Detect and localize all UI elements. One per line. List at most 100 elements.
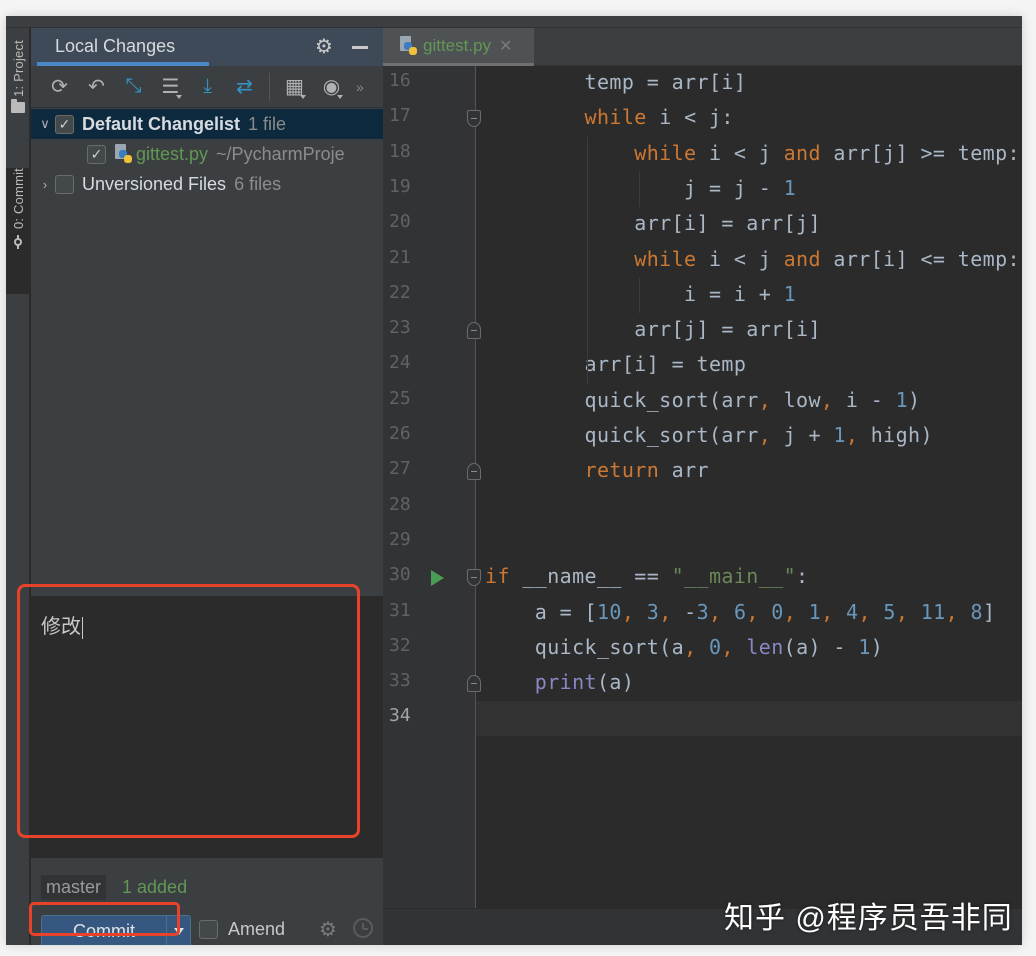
editor-tab-label: gittest.py: [423, 35, 492, 55]
amend-checkbox-box[interactable]: [199, 920, 218, 939]
tree-row-file[interactable]: ✓ gittest.py ~/PycharmProje: [31, 139, 383, 169]
code-text: i = i + 1: [485, 281, 797, 306]
commit-dropdown-icon[interactable]: [167, 927, 190, 935]
code-line[interactable]: 21 while i < j and arr[i] <= temp:: [383, 243, 1022, 278]
tool-tab-project-label: 1: Project: [10, 40, 26, 97]
fold-collapse-icon[interactable]: [467, 110, 481, 128]
line-number: 21: [389, 246, 411, 268]
chevron-right-icon[interactable]: ›: [35, 177, 55, 192]
gear-icon[interactable]: ⚙: [315, 34, 333, 59]
code-line[interactable]: 20 arr[i] = arr[j]: [383, 207, 1022, 242]
branch-label[interactable]: master: [41, 875, 107, 900]
changelist-name: Default Changelist: [82, 113, 241, 134]
rollback-icon[interactable]: ↶: [78, 72, 115, 102]
line-number: 22: [389, 281, 411, 303]
file-name: gittest.py: [136, 143, 209, 164]
line-number: 33: [389, 670, 411, 692]
code-line[interactable]: 29: [383, 525, 1022, 560]
code-text: while i < j and arr[j] >= temp:: [634, 140, 1020, 165]
code-text: quick_sort(arr, j + 1, high): [485, 423, 933, 447]
navigation-bar: [6, 16, 1022, 28]
clock-icon[interactable]: [353, 918, 373, 938]
line-number: 27: [389, 458, 411, 480]
line-number: 17: [389, 105, 411, 127]
minimize-icon[interactable]: [352, 46, 368, 49]
fold-end-icon[interactable]: [467, 675, 481, 693]
tab-local-changes[interactable]: Local Changes: [55, 36, 175, 57]
code-text: quick_sort(a, 0, len(a) - 1): [485, 634, 884, 659]
code-text: return arr: [584, 458, 709, 483]
fold-end-icon[interactable]: [467, 322, 481, 340]
commit-panel: Local Changes ⚙ ⟳ ↶ ⤡ ☰ ⤓ ⇄ ▦ ◉ » ∨ ✓ De…: [31, 28, 383, 945]
unversioned-count: 6 files: [234, 173, 282, 194]
changelist-checkbox[interactable]: ✓: [55, 114, 74, 134]
code-text: arr[i] = temp: [485, 352, 747, 377]
commit-status-line: master 1 added: [41, 875, 187, 900]
code-text: while i < j and arr[i] <= temp:: [634, 246, 1020, 271]
code-editor: gittest.py ✕ 16 temp = arr[i] 17 while i …: [383, 28, 1022, 945]
line-number: 34: [389, 705, 411, 727]
code-text: quick_sort(arr, low, i - 1): [485, 387, 921, 412]
code-line[interactable]: 34: [383, 701, 1022, 736]
code-line[interactable]: 31 a = [10, 3, -3, 6, 0, 1, 4, 5, 11, 8]: [383, 596, 1022, 631]
show-diff-icon[interactable]: ⤡: [115, 72, 152, 102]
python-file-icon: [399, 35, 417, 56]
line-number: 19: [389, 175, 411, 197]
close-icon[interactable]: ✕: [499, 36, 512, 56]
line-number: 28: [389, 493, 411, 515]
group-by-icon[interactable]: ▦: [276, 72, 313, 102]
tree-row-default-changelist[interactable]: ∨ ✓ Default Changelist 1 file: [31, 109, 383, 139]
code-line[interactable]: 28: [383, 490, 1022, 525]
line-number: 25: [389, 387, 411, 409]
change-summary: 1 added: [122, 877, 188, 897]
indent-guide: [586, 136, 588, 384]
line-number: 16: [389, 70, 411, 91]
code-text: while i < j:: [584, 105, 734, 130]
tree-row-unversioned[interactable]: › Unversioned Files 6 files: [31, 169, 383, 199]
changelist-count: 1 file: [248, 113, 287, 134]
fold-collapse-icon[interactable]: [467, 569, 481, 587]
changes-tree: ∨ ✓ Default Changelist 1 file ✓ gittest.…: [31, 109, 383, 199]
code-line[interactable]: 32 quick_sort(a, 0, len(a) - 1): [383, 631, 1022, 666]
fold-end-icon[interactable]: [467, 463, 481, 481]
changelist-icon[interactable]: ☰: [152, 72, 189, 102]
amend-label: Amend: [228, 919, 286, 939]
tool-tab-project[interactable]: 1: Project: [6, 38, 30, 150]
file-checkbox[interactable]: ✓: [87, 144, 106, 164]
code-line[interactable]: 19 j = j - 1: [383, 172, 1022, 207]
code-line[interactable]: 26 quick_sort(arr, j + 1, high): [383, 419, 1022, 454]
code-text: a = [10, 3, -3, 6, 0, 1, 4, 5, 11, 8]: [485, 599, 996, 624]
line-number: 26: [389, 423, 411, 444]
watermark: 知乎 @程序员吾非同: [724, 902, 1013, 935]
editor-tab-gittest[interactable]: gittest.py ✕: [383, 28, 534, 66]
commit-options-gear-icon[interactable]: ⚙: [319, 917, 337, 942]
commit-message-input[interactable]: 修改: [31, 596, 383, 858]
code-line[interactable]: 16 temp = arr[i]: [383, 66, 1022, 101]
eye-icon[interactable]: ◉: [313, 72, 350, 102]
file-path: ~/PycharmProje: [216, 143, 345, 164]
code-text: print(a): [534, 670, 635, 695]
line-number: 23: [389, 317, 411, 339]
unversioned-checkbox[interactable]: [55, 174, 74, 194]
commit-message-value: 修改: [41, 616, 81, 638]
update-icon[interactable]: ⤓: [189, 72, 226, 102]
line-number: 31: [389, 599, 411, 621]
more-actions-icon[interactable]: »: [356, 79, 364, 95]
code-line[interactable]: 24 arr[i] = temp: [383, 348, 1022, 383]
folder-icon: [11, 98, 25, 113]
chevron-down-icon[interactable]: ∨: [35, 116, 55, 132]
code-line[interactable]: 22 i = i + 1: [383, 278, 1022, 313]
commit-button[interactable]: Commit: [41, 915, 191, 945]
refresh-icon[interactable]: ⟳: [41, 72, 78, 102]
editor-tab-bar: gittest.py ✕: [383, 28, 1022, 66]
commit-message-text: 修改: [41, 610, 83, 639]
code-line[interactable]: 18 while i < j and arr[j] >= temp:: [383, 137, 1022, 172]
merge-icon[interactable]: ⇄: [226, 72, 263, 102]
amend-checkbox[interactable]: Amend: [199, 919, 285, 940]
code-text: temp = arr[i]: [485, 70, 747, 94]
tool-tab-commit[interactable]: 0: Commit: [6, 168, 30, 294]
code-line[interactable]: 25 quick_sort(arr, low, i - 1): [383, 384, 1022, 419]
run-icon[interactable]: [431, 570, 444, 587]
indent-guide: [639, 277, 641, 314]
tool-window-strip: 1: Project 0: Commit: [6, 28, 30, 945]
